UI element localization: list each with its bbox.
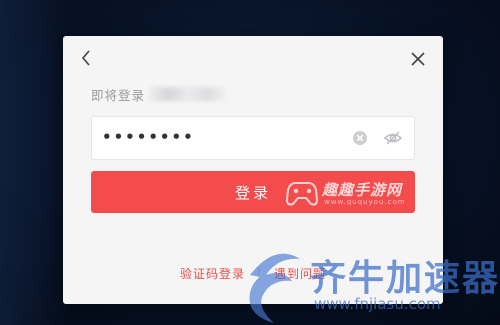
footer-separator: |: [256, 266, 263, 280]
close-icon: [411, 52, 425, 66]
footer-links: 验证码登录 | 遇到问题: [63, 264, 443, 282]
chevron-left-icon: [81, 50, 90, 66]
password-value: ••••••••: [102, 128, 195, 146]
login-dialog: 即将登录 •••••••• 登录 趣趣手游网 www.ququyou.com 验…: [63, 36, 443, 304]
close-button[interactable]: [407, 48, 429, 70]
eye-off-icon[interactable]: [383, 128, 403, 148]
backdrop: [0, 0, 70, 325]
login-button[interactable]: 登录: [91, 171, 415, 213]
back-button[interactable]: [75, 47, 97, 69]
blurred-account-name: [149, 87, 228, 101]
password-field[interactable]: ••••••••: [91, 116, 415, 160]
sms-login-link[interactable]: 验证码登录: [180, 265, 245, 282]
login-prompt: 即将登录: [91, 85, 228, 103]
prompt-label: 即将登录: [91, 87, 146, 103]
problem-link[interactable]: 遇到问题: [274, 265, 326, 282]
clear-circle-icon[interactable]: [351, 129, 369, 147]
